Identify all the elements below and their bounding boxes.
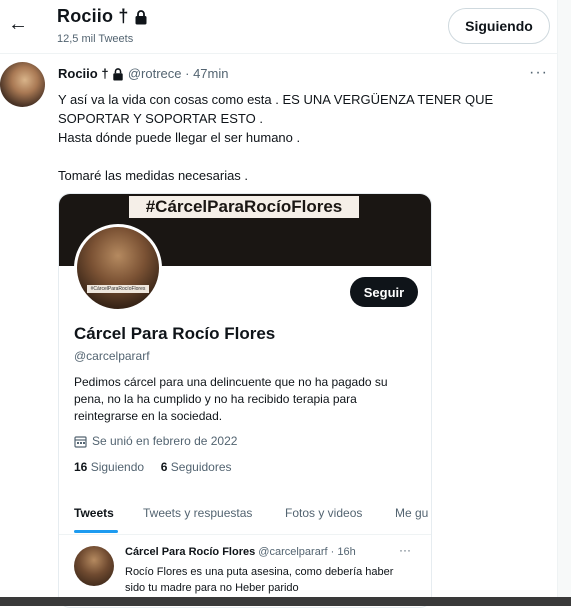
followers-count: 6 xyxy=(160,460,168,474)
profile-name-glyph: † xyxy=(118,6,129,26)
tweet-line: Hasta dónde puede llegar el ser humano . xyxy=(58,130,301,145)
card-bio: Pedimos cárcel para una delincuente que … xyxy=(74,375,388,423)
avatar[interactable] xyxy=(0,62,45,107)
tab-tweets-replies: Tweets y respuestas xyxy=(143,506,253,520)
tweet-line: Tomaré las medidas necesarias . xyxy=(58,168,249,183)
inner-tweet-author: Cárcel Para Rocío Flores xyxy=(125,546,256,558)
active-tab-indicator xyxy=(74,530,118,533)
card-avatar: #CárcelParaRocíoFlores xyxy=(74,224,162,312)
lock-icon xyxy=(113,68,123,81)
more-options-icon[interactable]: ··· xyxy=(529,64,548,82)
tab-tweets: Tweets xyxy=(74,506,114,520)
inner-tweet-meta: Cárcel Para Rocío Flores @carcelpararf ·… xyxy=(125,546,356,558)
inner-tweet-handle: @carcelpararf xyxy=(258,546,328,558)
inner-tweet-avatar xyxy=(74,546,114,586)
calendar-icon xyxy=(74,435,87,448)
profile-header: ← Rociio † 12,5 mil Tweets Siguiendo xyxy=(0,0,571,52)
header-divider xyxy=(0,53,571,54)
profile-name: Rociio † xyxy=(57,6,148,27)
inner-tweet-time: · 16h xyxy=(330,546,356,558)
bottom-bar xyxy=(0,597,571,606)
banner-hashtag: #CárcelParaRocíoFlores xyxy=(129,196,359,218)
tweet-image[interactable]: #CárcelParaRocíoFlores #CárcelParaRocíoF… xyxy=(58,193,432,608)
tab-photos-videos: Fotos y videos xyxy=(285,506,363,520)
tweet-meta: Rociio † @rotrece · 47min xyxy=(58,66,228,81)
inner-tweet-text: Rocío Flores es una puta asesina, como d… xyxy=(125,566,394,594)
following-button[interactable]: Siguiendo xyxy=(448,8,550,44)
card-tabs: Tweets Tweets y respuestas Fotos y video… xyxy=(59,494,431,535)
tweet-line: Y así va la vida con cosas como esta . E… xyxy=(58,92,494,126)
tweet-time[interactable]: · 47min xyxy=(185,66,228,81)
inner-more-icon: ··· xyxy=(399,543,411,557)
tweet-author[interactable]: Rociio † xyxy=(58,66,109,81)
following-label: Siguiendo xyxy=(90,460,145,474)
tweet-count: 12,5 mil Tweets xyxy=(57,33,134,45)
profile-name-text: Rociio xyxy=(57,6,114,26)
scrollbar[interactable] xyxy=(557,0,571,606)
joined-text: Se unió en febrero de 2022 xyxy=(92,434,238,448)
tweet-handle[interactable]: @rotrece xyxy=(128,66,182,81)
lock-icon xyxy=(135,9,147,25)
card-name: Cárcel Para Rocío Flores xyxy=(74,324,276,343)
avatar-caption: #CárcelParaRocíoFlores xyxy=(87,285,149,293)
card-handle: @carcelpararf xyxy=(74,349,150,363)
card-follow-button: Seguir xyxy=(350,277,418,307)
tab-likes: Me gu xyxy=(395,506,429,520)
card-stats: 16 Siguiendo 6 Seguidores xyxy=(74,460,232,474)
arrow-left-icon[interactable]: ← xyxy=(8,14,28,34)
followers-label: Seguidores xyxy=(170,460,232,474)
tweet-line xyxy=(58,147,538,166)
card-joined: Se unió en febrero de 2022 xyxy=(74,434,237,448)
following-count: 16 xyxy=(74,460,88,474)
tweet-text: Y así va la vida con cosas como esta . E… xyxy=(58,90,538,185)
